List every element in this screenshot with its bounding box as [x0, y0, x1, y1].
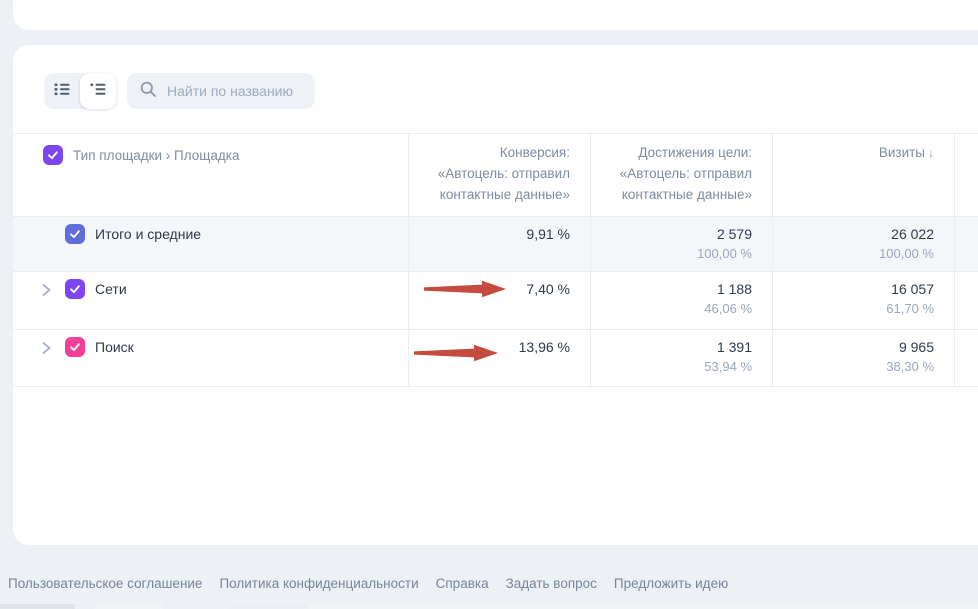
goal-header-line: Достижения цели:: [591, 142, 752, 163]
table-header-row: Тип площадки › Площадка Конверсия: «Авто…: [13, 133, 978, 217]
conversion-value: 7,40 %: [409, 272, 570, 299]
visits-cell: 16 057 61,70 %: [772, 272, 954, 329]
table-row-networks[interactable]: Сети 7,40 % 1 188 46,06 % 16 057 61,70 %: [13, 272, 978, 330]
goal-share: 46,06 %: [591, 299, 752, 319]
row-checkbox[interactable]: [65, 279, 85, 299]
tree-list-toggle[interactable]: [80, 73, 116, 109]
bottom-edge-strip: [228, 604, 305, 609]
row-label[interactable]: Поиск: [95, 339, 134, 355]
spacer-cell: [954, 272, 978, 329]
goal-value: 2 579: [591, 217, 752, 244]
dimension-header-label[interactable]: Тип площадки › Площадка: [73, 148, 239, 163]
sort-desc-icon: ↓: [928, 146, 934, 160]
footer: Пользовательское соглашение Политика кон…: [8, 576, 728, 591]
goal-header-line: «Автоцель: отправил: [591, 163, 752, 184]
visits-value: 26 022: [773, 217, 934, 244]
conversion-header-line: контактные данные»: [409, 184, 570, 205]
footer-link-suggest-idea[interactable]: Предложить идею: [614, 576, 728, 591]
visits-cell: 26 022 100,00 %: [772, 217, 954, 271]
footer-link-ask-question[interactable]: Задать вопрос: [506, 576, 597, 591]
bottom-edge-strip: [95, 604, 162, 609]
search-icon: [139, 80, 157, 103]
visits-share: 100,00 %: [773, 244, 934, 264]
metrica-report-page: Тип площадки › Площадка Конверсия: «Авто…: [0, 0, 978, 609]
visits-value: 16 057: [773, 272, 934, 299]
visits-header-label: Визиты: [879, 145, 925, 160]
row-name-cell: Поиск: [13, 330, 408, 386]
conversion-cell: 7,40 %: [408, 272, 590, 329]
row-name-cell: Сети: [13, 272, 408, 329]
spacer-cell: [954, 217, 978, 271]
visits-share: 38,30 %: [773, 357, 934, 377]
footer-link-privacy-policy[interactable]: Политика конфиденциальности: [219, 576, 418, 591]
conversion-cell: 9,91 %: [408, 217, 590, 271]
view-toggle: [44, 73, 116, 109]
search-input[interactable]: [165, 82, 309, 100]
report-table: Тип площадки › Площадка Конверсия: «Авто…: [13, 133, 978, 387]
conversion-cell: 13,96 %: [408, 330, 590, 386]
visits-share: 61,70 %: [773, 299, 934, 319]
conversion-value: 13,96 %: [409, 330, 570, 357]
row-checkbox[interactable]: [65, 337, 85, 357]
table-row-search[interactable]: Поиск 13,96 % 1 391 53,94 % 9 965 38,30 …: [13, 330, 978, 387]
visits-header-cell[interactable]: Визиты↓: [772, 134, 954, 216]
goal-value: 1 188: [591, 272, 752, 299]
row-checkbox[interactable]: [65, 224, 85, 244]
footer-link-help[interactable]: Справка: [436, 576, 489, 591]
conversion-value: 9,91 %: [409, 217, 570, 244]
goal-reaches-header-cell[interactable]: Достижения цели: «Автоцель: отправил кон…: [590, 134, 772, 216]
goal-share: 53,94 %: [591, 357, 752, 377]
goal-reaches-cell: 1 188 46,06 %: [590, 272, 772, 329]
bottom-edge-strip: [310, 604, 978, 609]
bottom-edge-strip: [0, 604, 75, 609]
expand-chevron-icon[interactable]: [39, 281, 54, 304]
goal-reaches-cell: 2 579 100,00 %: [590, 217, 772, 271]
top-card: [13, 0, 978, 30]
goal-reaches-cell: 1 391 53,94 %: [590, 330, 772, 386]
select-all-checkbox[interactable]: [43, 145, 63, 165]
row-label[interactable]: Итого и средние: [95, 226, 201, 242]
dimension-header-cell: Тип площадки › Площадка: [13, 134, 408, 176]
report-card: Тип площадки › Площадка Конверсия: «Авто…: [13, 45, 978, 545]
flat-list-icon: [53, 80, 71, 103]
flat-list-toggle[interactable]: [44, 73, 80, 109]
conversion-header-line: «Автоцель: отправил: [409, 163, 570, 184]
conversion-header-cell[interactable]: Конверсия: «Автоцель: отправил контактны…: [408, 134, 590, 216]
spacer-cell: [954, 330, 978, 386]
visits-value: 9 965: [773, 330, 934, 357]
tree-list-icon: [89, 80, 107, 103]
row-name-cell: Итого и средние: [13, 217, 408, 271]
expand-chevron-icon[interactable]: [39, 339, 54, 362]
footer-link-user-agreement[interactable]: Пользовательское соглашение: [8, 576, 202, 591]
spacer-header-cell: [954, 134, 978, 216]
visits-cell: 9 965 38,30 %: [772, 330, 954, 386]
goal-share: 100,00 %: [591, 244, 752, 264]
search-field[interactable]: [127, 73, 315, 109]
row-label[interactable]: Сети: [95, 281, 127, 297]
table-row-totals[interactable]: Итого и средние 9,91 % 2 579 100,00 % 26…: [13, 217, 978, 272]
conversion-header-line: Конверсия:: [409, 142, 570, 163]
goal-header-line: контактные данные»: [591, 184, 752, 205]
goal-value: 1 391: [591, 330, 752, 357]
